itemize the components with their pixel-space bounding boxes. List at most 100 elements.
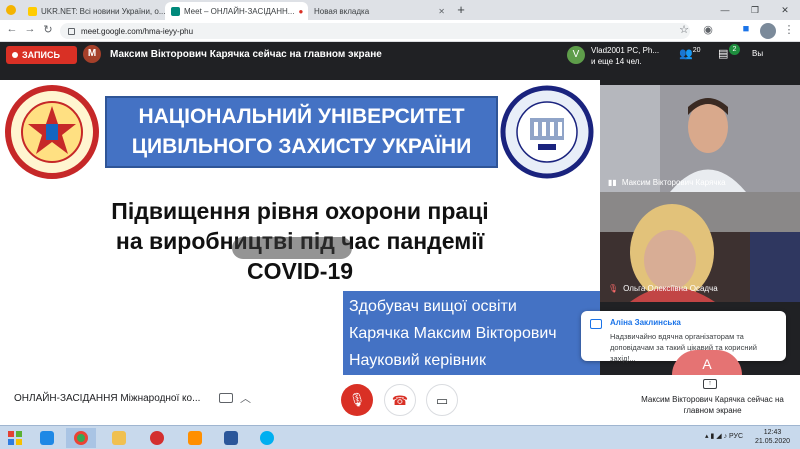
folder-icon <box>112 431 126 445</box>
taskbar-ie[interactable] <box>32 428 62 448</box>
meeting-title[interactable]: ОНЛАЙН-ЗАСІДАННЯ Міжнародної ко... <box>14 393 200 404</box>
self-avatar: A <box>672 350 742 375</box>
chat-message-icon <box>590 319 602 329</box>
camera-toggle-button[interactable]: ▭ <box>426 384 458 416</box>
presenter-avatar: M <box>83 45 101 63</box>
captions-icon[interactable] <box>219 393 233 403</box>
system-tray[interactable]: ▴ ▮ ◢ ♪ РУС <box>705 432 743 440</box>
bookmark-star-icon[interactable]: ☆ <box>676 23 692 36</box>
tab-label: UKR.NET: Всі новини України, о... <box>41 6 165 16</box>
recording-indicator-icon: ● <box>298 6 304 16</box>
people-count: 20 <box>692 47 701 54</box>
people-button[interactable]: 👥20 <box>679 47 701 60</box>
ukrnet-favicon-icon <box>28 6 37 16</box>
clock-date: 21.05.2020 <box>754 438 791 445</box>
reload-icon[interactable]: ↻ <box>40 23 56 36</box>
mic-off-icon: 🎙 <box>608 284 619 293</box>
browser-app-icon <box>6 5 16 15</box>
tray-icons: ▴ ▮ ◢ ♪ <box>705 433 730 440</box>
extension-icon[interactable]: ■ <box>738 23 754 35</box>
windows-start-icon <box>8 431 22 445</box>
chevron-up-icon[interactable]: ︿ <box>240 390 251 406</box>
chrome-icon <box>74 431 88 445</box>
hang-up-button[interactable]: ☎ <box>384 384 416 416</box>
participants-line: и еще 14 чел. <box>591 57 642 66</box>
camera-icon: ▭ <box>435 393 449 408</box>
mic-toggle-button[interactable]: 🎙 <box>341 384 373 416</box>
taskbar-skype[interactable] <box>252 428 282 448</box>
tab-new[interactable]: Новая вкладка ✕ <box>308 2 451 20</box>
taskbar-clock[interactable]: 12:43 21.05.2020 <box>750 428 795 446</box>
word-icon <box>224 431 238 445</box>
recording-label: ЗАПИСЬ <box>22 50 60 60</box>
url-text: meet.google.com/hma-ieyy-phu <box>81 26 194 36</box>
author-box: Здобувач вищої освіти Карячка Максим Вік… <box>343 291 600 375</box>
maximize-icon[interactable]: ❐ <box>740 0 770 20</box>
tab-label: Новая вкладка <box>314 6 370 16</box>
present-screen-icon[interactable]: ↑ <box>703 379 717 389</box>
institution-line: ЦИВІЛЬНОГО ЗАХИСТУ УКРАЇНИ <box>131 135 472 158</box>
clock-time: 12:43 <box>763 429 782 436</box>
people-icon: 👥 <box>679 48 693 60</box>
self-label: Вы <box>752 49 764 58</box>
extension-icon[interactable]: ◉ <box>700 23 716 36</box>
lock-icon <box>68 27 75 35</box>
phone-hangup-icon: ☎ <box>391 393 409 408</box>
mic-off-icon: 🎙 <box>348 392 366 407</box>
participants-line: Vlad2001 PC, Ph... <box>591 46 660 55</box>
meeting-controls-bar: ОНЛАЙН-ЗАСІДАННЯ Міжнародної ко... ︿ 🎙 ☎… <box>0 375 800 425</box>
chat-sender: Аліна Заклинська <box>610 318 681 327</box>
present-status[interactable]: Максим Вікторович Карячка сейчас на глав… <box>640 394 785 416</box>
back-icon[interactable]: ← <box>4 23 20 35</box>
author-line: Науковий керівник <box>349 352 486 369</box>
skype-icon <box>260 431 274 445</box>
pointer-overlay <box>232 237 352 259</box>
chat-icon: ▤ <box>718 48 729 60</box>
participants-summary[interactable]: Vlad2001 PC, Ph... и еще 14 чел. <box>591 45 659 67</box>
taskbar-opera[interactable] <box>142 428 172 448</box>
close-tab-icon[interactable]: ✕ <box>434 7 445 16</box>
taskbar-app[interactable] <box>180 428 210 448</box>
taskbar-explorer[interactable] <box>104 428 134 448</box>
tab-meet-active[interactable]: Meet – ОНЛАЙН-ЗАСІДАНН... ● ✕ <box>165 2 308 20</box>
taskbar-chrome[interactable] <box>66 428 96 448</box>
browser-toolbar: ← → ↻ meet.google.com/hma-ieyy-phu ☆ ◉ ■… <box>0 20 800 42</box>
author-line: Здобувач вищої освіти <box>349 298 517 315</box>
presentation-slide: НАЦІОНАЛЬНИЙ УНІВЕРСИТЕТ ЦИВІЛЬНОГО ЗАХИ… <box>0 80 600 375</box>
minimize-icon[interactable]: — <box>710 0 740 20</box>
profile-avatar[interactable] <box>760 23 776 39</box>
author-line: Карячка Максим Вікторович <box>349 325 557 342</box>
language-indicator[interactable]: РУС <box>729 433 743 440</box>
tab-label: Meet – ОНЛАЙН-ЗАСІДАНН... <box>184 6 295 16</box>
slide-title-line: Підвищення рівня охорони праці <box>111 198 489 224</box>
participant-tile[interactable]: 🎙 Ольга Олексіївна Осадча <box>600 192 800 302</box>
participant-tile[interactable]: ▮▮ Максим Вікторович Карячка <box>600 85 800 192</box>
chat-badge: 2 <box>729 44 740 55</box>
participant-name: Максим Вікторович Карячка <box>621 178 726 187</box>
institution-title-box: НАЦІОНАЛЬНИЙ УНІВЕРСИТЕТ ЦИВІЛЬНОГО ЗАХИ… <box>105 96 498 168</box>
recording-dot-icon <box>12 52 18 58</box>
institution-line: НАЦІОНАЛЬНИЙ УНІВЕРСИТЕТ <box>138 105 465 128</box>
address-bar[interactable]: meet.google.com/hma-ieyy-phu <box>60 23 690 39</box>
app-icon <box>188 431 202 445</box>
browser-menu-icon[interactable]: ⋮ <box>781 23 797 36</box>
university-emblem-icon <box>5 85 99 179</box>
participant-name-tag: 🎙 Ольга Олексіївна Осадча <box>608 284 718 293</box>
browser-tab-strip: UKR.NET: Всі новини України, о... ✕ Meet… <box>0 0 800 20</box>
window-controls: — ❐ ✕ <box>710 0 800 20</box>
internet-explorer-icon <box>40 431 54 445</box>
start-button[interactable] <box>0 428 30 448</box>
participant-avatar: V <box>567 46 585 64</box>
new-tab-button[interactable]: + <box>454 2 468 18</box>
forward-icon[interactable]: → <box>22 23 38 35</box>
tab-ukrnet[interactable]: UKR.NET: Всі новини України, о... ✕ <box>22 2 165 20</box>
audio-level-icon: ▮▮ <box>608 178 617 187</box>
taskbar-word[interactable] <box>216 428 246 448</box>
os-taskbar: ▴ ▮ ◢ ♪ РУС 12:43 21.05.2020 <box>0 425 800 449</box>
opera-icon <box>150 431 164 445</box>
close-window-icon[interactable]: ✕ <box>770 0 800 20</box>
participant-video <box>600 85 800 192</box>
faculty-seal-icon <box>500 85 594 179</box>
chat-button[interactable]: ▤ <box>718 47 728 60</box>
meet-favicon-icon <box>171 6 180 16</box>
